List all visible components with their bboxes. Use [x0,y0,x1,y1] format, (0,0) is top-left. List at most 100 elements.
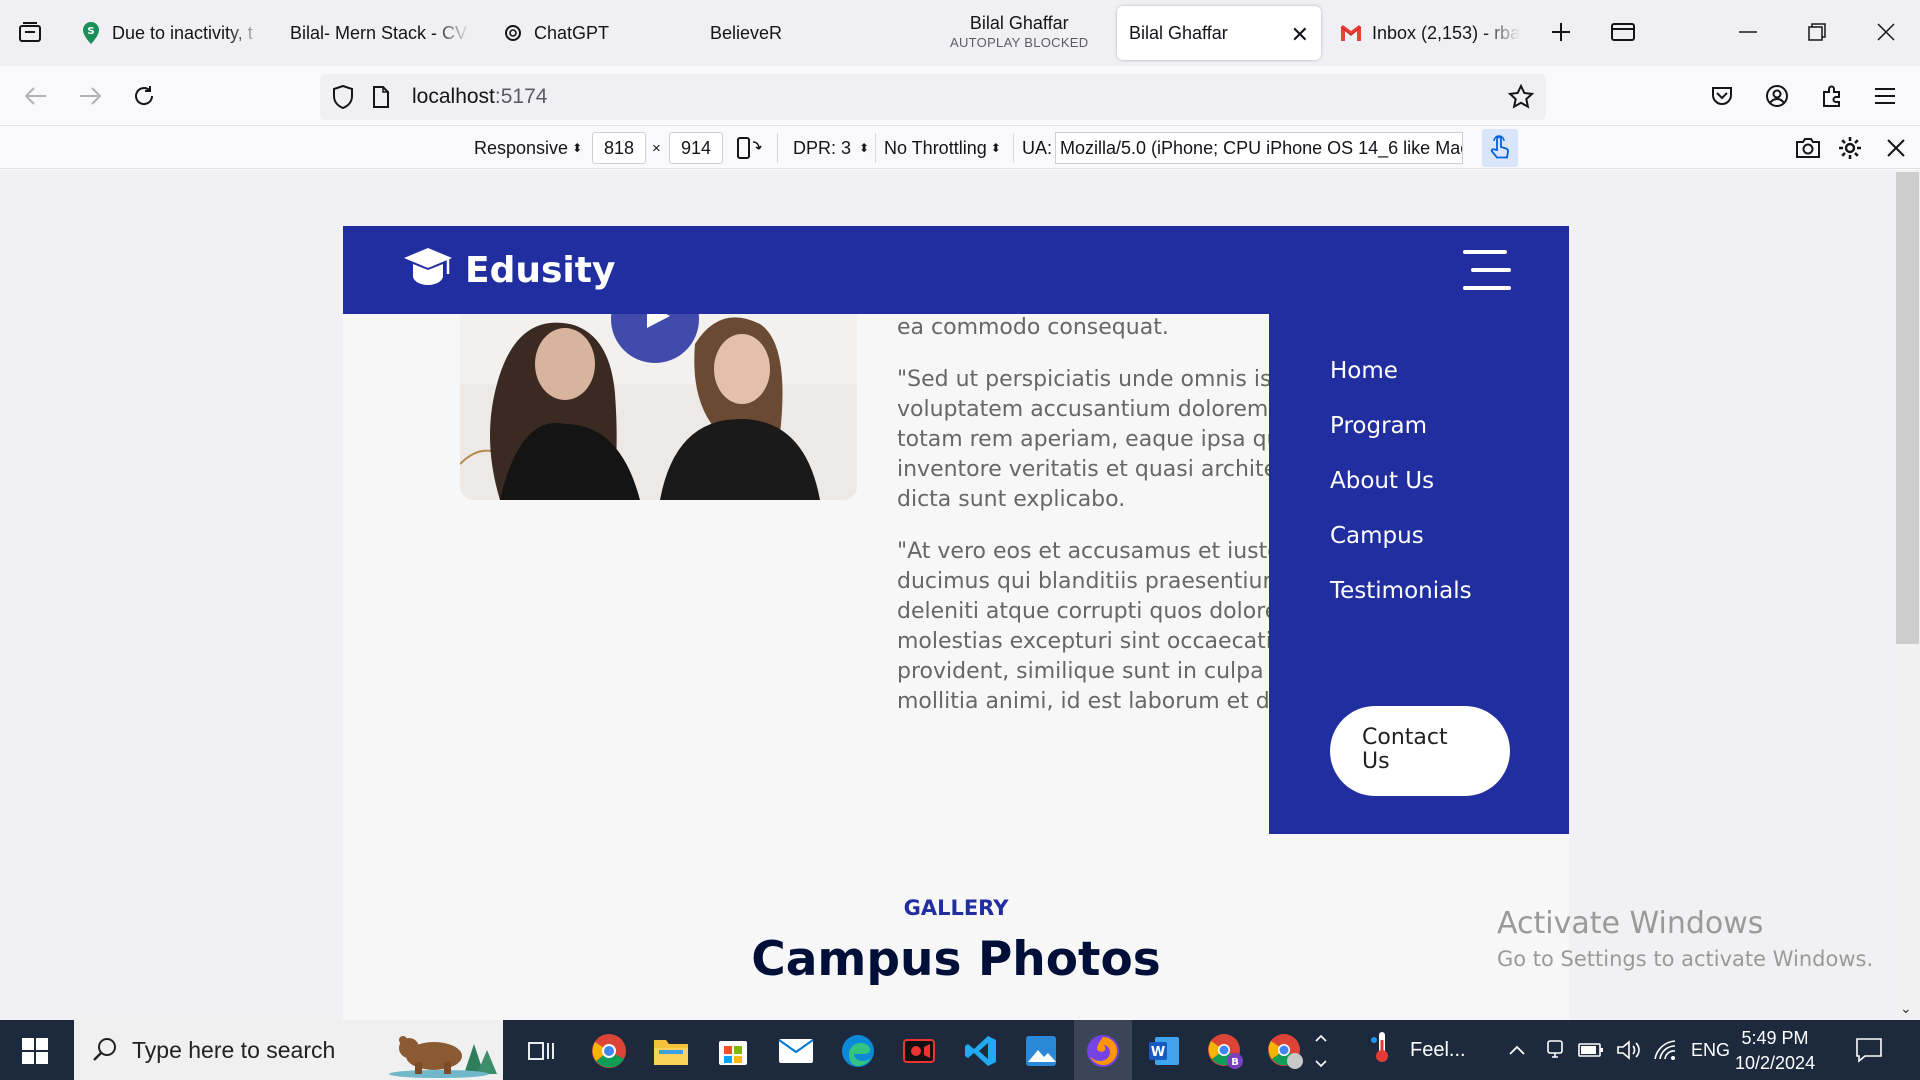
cta-line: Us [1362,749,1390,774]
mail-icon[interactable] [773,1028,819,1074]
notifications-icon[interactable] [1855,1020,1883,1080]
about-image [460,314,857,500]
pocket-icon[interactable] [1702,76,1742,116]
menu-item-campus[interactable]: Campus [1330,523,1424,549]
minimize-button[interactable] [1728,12,1768,52]
scroll-down-arrow-icon[interactable]: ⌄ [1900,1000,1912,1017]
new-tab-button[interactable] [1541,12,1581,52]
text-line: "At vero eos et accusamus et iusto o [897,539,1297,564]
site-header: Edusity [343,226,1569,314]
screen-recorder-icon[interactable] [896,1028,942,1074]
throttling-select-label: No Throttling [884,137,987,158]
back-button[interactable] [16,76,56,116]
weather-widget[interactable]: Feel... [1368,1020,1466,1080]
navigation-toolbar: localhost:5174 [0,66,1920,126]
brand-name: Edusity [465,249,616,291]
firefox-icon[interactable] [1080,1028,1126,1074]
windows-start-icon[interactable] [12,1028,58,1074]
menu-item-program[interactable]: Program [1330,413,1427,439]
close-rdm-icon[interactable] [1887,127,1905,169]
close-window-button[interactable] [1866,12,1906,52]
tab-inactivity[interactable]: S Due to inactivity, t [80,6,264,60]
about-paragraph: "At vero eos et accusamus et iusto o duc… [897,537,1297,717]
reload-button[interactable] [124,76,164,116]
text-line: ea commodo consequat. [897,315,1169,340]
meet-now-icon[interactable] [1544,1020,1566,1080]
menu-item-home[interactable]: Home [1330,358,1398,384]
language-indicator[interactable]: ENG [1691,1020,1730,1080]
microsoft-store-icon[interactable] [710,1028,756,1074]
dimension-separator: × [652,139,661,157]
website-frame: Edusity ea commodo consequat. "Sed ut pe… [343,226,1569,1020]
taskbar-scroll-arrows-icon[interactable] [1311,1028,1331,1074]
tab-cv[interactable]: Bilal- Mern Stack - CV [290,6,470,60]
tab-chatgpt[interactable]: ChatGPT [502,6,642,60]
chrome-profile-icon[interactable] [1262,1028,1308,1074]
system-clock[interactable]: 5:49 PM 10/2/2024 [1735,1026,1815,1076]
volume-icon[interactable] [1616,1020,1642,1080]
settings-gear-icon[interactable] [1838,127,1862,169]
chrome-icon[interactable] [586,1028,632,1074]
text-line: ducimus qui blanditiis praesentium v [897,569,1297,594]
touch-simulation-icon[interactable] [1482,129,1518,167]
tab-overview-icon[interactable] [10,12,50,52]
forward-button[interactable] [70,76,110,116]
graduation-cap-icon [403,246,453,294]
toolbar-separator [875,133,876,163]
gmail-icon [1340,22,1362,44]
toolbar-separator [777,133,778,163]
taskbar-search-box[interactable]: Type here to search [74,1020,503,1080]
tab-bilal-active[interactable]: Bilal Ghaffar ✕ [1117,6,1321,60]
mobile-nav-menu: Home Program About Us Campus Testimonial… [1269,314,1569,834]
tab-title: BelieveR [710,22,783,43]
text-line: molestias excepturi sint occaecati c [897,629,1291,654]
svg-text:B: B [1231,1057,1239,1068]
throttling-select[interactable]: No Throttling ⬍ [884,127,1001,169]
restore-button[interactable] [1797,12,1837,52]
hamburger-menu-icon[interactable] [1463,250,1511,294]
wifi-icon[interactable] [1653,1020,1679,1080]
battery-icon[interactable] [1578,1020,1604,1080]
url-text: localhost:5174 [412,85,547,109]
svg-text:S: S [87,26,94,37]
device-select[interactable]: Responsive ⬍ [474,127,582,169]
shield-icon[interactable] [332,84,354,114]
close-tab-icon[interactable]: ✕ [1291,22,1309,48]
edge-icon[interactable] [835,1028,881,1074]
tab-gmail[interactable]: Inbox (2,153) - rba [1340,6,1520,60]
page-info-icon[interactable] [372,86,390,113]
gallery-subtitle: GALLERY [903,896,1009,920]
bookmark-star-icon[interactable] [1507,83,1535,115]
word-icon[interactable]: W [1141,1028,1187,1074]
scrollbar-thumb[interactable] [1896,172,1919,644]
tab-title: Bilal Ghaffar [1129,22,1228,43]
user-agent-input[interactable]: Mozilla/5.0 (iPhone; CPU iPhone OS 14_6 … [1055,132,1463,164]
list-tabs-icon[interactable] [1603,12,1643,52]
contact-us-button[interactable]: Contact Us [1330,706,1510,796]
menu-item-testimonials[interactable]: Testimonials [1330,578,1472,604]
chrome-profile-b-icon[interactable]: B [1202,1028,1248,1074]
tab-title: ChatGPT [534,22,610,43]
address-bar[interactable]: localhost:5174 [320,74,1546,120]
height-input[interactable]: 914 [669,132,723,164]
rotate-viewport-icon[interactable] [736,127,762,169]
tab-bilal-autoplay[interactable]: Bilal Ghaffar AUTOPLAY BLOCKED [950,6,1090,60]
site-logo[interactable]: Edusity [403,246,615,294]
app-menu-icon[interactable] [1865,76,1905,116]
menu-item-about-us[interactable]: About Us [1330,468,1434,494]
width-input[interactable]: 818 [592,132,646,164]
screenshot-icon[interactable] [1795,127,1821,169]
thermometer-icon [1368,1030,1396,1070]
url-port: :5174 [494,85,548,108]
tab-believer[interactable]: BelieveR [710,6,830,60]
task-view-icon[interactable] [518,1028,564,1074]
file-explorer-icon[interactable] [648,1028,694,1074]
tab-subtitle: AUTOPLAY BLOCKED [950,35,1089,50]
select-arrows-icon: ⬍ [572,141,583,155]
vscode-icon[interactable] [958,1028,1004,1074]
extensions-icon[interactable] [1811,76,1851,116]
photos-icon[interactable] [1018,1028,1064,1074]
tray-chevron-icon[interactable] [1508,1020,1526,1080]
dpr-select[interactable]: DPR: 3 ⬍ [793,127,869,169]
account-icon[interactable] [1757,76,1797,116]
